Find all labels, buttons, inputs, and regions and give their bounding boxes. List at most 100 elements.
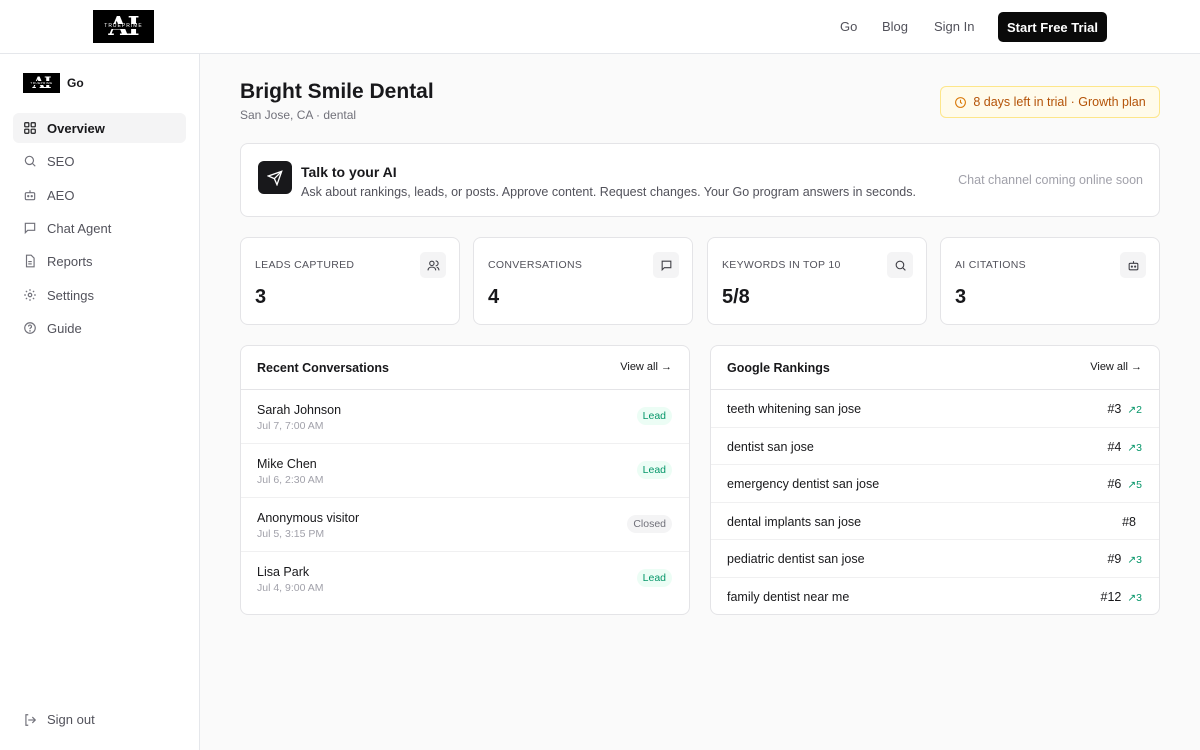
view-all-conversations-link[interactable]: View all → [620,361,672,373]
search-icon [24,155,36,167]
keyword: pediatric dentist san jose [727,552,865,566]
status-badge: Lead [636,407,672,425]
sidebar-logo-subtext: TRUEPRIME [29,81,54,85]
rank-change: ↗2 [1127,404,1142,416]
brand-logo[interactable]: AI TRUEPRIME [93,10,154,43]
sidebar-item-guide[interactable]: Guide [13,313,186,343]
list-item[interactable]: Mike Chen Jul 6, 2:30 AM Lead [241,444,689,498]
conversation-time: Jul 7, 7:00 AM [257,420,324,432]
sidebar-item-label: Overview [47,120,105,136]
sign-out-label: Sign out [47,712,95,727]
list-item[interactable]: Sarah Johnson Jul 7, 7:00 AM Lead [241,390,689,444]
table-row[interactable]: emergency dentist san jose #6 ↗5 [711,465,1159,503]
gear-icon [24,289,36,301]
file-icon [25,254,35,268]
panel-header: Google Rankings View all → [711,346,1159,390]
sign-out-button[interactable]: Sign out [23,712,95,727]
conversation-time: Jul 4, 9:00 AM [257,582,324,594]
keyword: emergency dentist san jose [727,477,880,491]
bot-icon [1120,252,1146,278]
trial-status-text: 8 days left in trial · Growth plan [973,95,1146,109]
google-rankings-panel: Google Rankings View all → teeth whiteni… [710,345,1160,615]
rank-change: ↗5 [1127,479,1142,491]
rank-position: #8 [1122,514,1136,529]
ai-card-status: Chat channel coming online soon [958,173,1143,187]
conversation-name: Lisa Park [257,565,310,579]
table-row[interactable]: family dentist near me #12 ↗3 [711,578,1159,616]
rank-change: ↗3 [1127,554,1142,566]
ai-card-title: Talk to your AI [301,164,397,180]
sidebar-item-label: SEO [47,153,75,169]
nav-link-blog[interactable]: Blog [882,19,908,34]
help-icon [24,322,36,334]
users-icon [420,252,446,278]
page-title: Bright Smile Dental [240,80,434,103]
rank-info: #3 ↗2 [1107,402,1142,416]
logout-icon [25,713,37,726]
grid-icon [24,122,36,134]
stat-label: LEADS CAPTURED [255,259,355,271]
recent-conversations-panel: Recent Conversations View all → Sarah Jo… [240,345,690,615]
keyword: dental implants san jose [727,514,862,529]
nav-link-sign-in[interactable]: Sign In [934,19,974,34]
sidebar-item-chat-agent[interactable]: Chat Agent [13,213,186,243]
view-all-rankings-link[interactable]: View all → [1090,361,1142,373]
sidebar-item-reports[interactable]: Reports [13,246,186,276]
search-icon [887,252,913,278]
top-nav: AI TRUEPRIME Go Blog Sign In Start Free … [0,0,1200,54]
status-badge: Closed [627,515,672,533]
stat-card-conversations: CONVERSATIONS 4 [473,237,693,325]
sidebar: AI TRUEPRIME Go Overview SEO AEO Chat Ag… [0,54,200,750]
sidebar-brand[interactable]: AI TRUEPRIME Go [23,73,84,93]
talk-to-ai-card[interactable]: Talk to your AI Ask about rankings, lead… [240,143,1160,217]
nav-link-go[interactable]: Go [840,19,857,34]
panel-header: Recent Conversations View all → [241,346,689,390]
stat-card-leads: LEADS CAPTURED 3 [240,237,460,325]
rank-position: #6 [1107,477,1122,491]
rank-info: #4 ↗3 [1107,440,1142,454]
logo-subtext: TRUEPRIME [102,23,145,29]
sidebar-item-label: Chat Agent [47,220,112,236]
stat-label: KEYWORDS IN TOP 10 [722,259,841,271]
conversation-name: Anonymous visitor [257,511,360,525]
stat-value: 5/8 [722,286,750,308]
sidebar-item-aeo[interactable]: AEO [13,180,186,210]
sidebar-item-settings[interactable]: Settings [13,280,186,310]
list-item[interactable]: Anonymous visitor Jul 5, 3:15 PM Closed [241,498,689,552]
stat-label: CONVERSATIONS [488,259,583,271]
sidebar-brand-name: Go [67,76,84,90]
sidebar-item-seo[interactable]: SEO [13,146,186,176]
conversation-time: Jul 5, 3:15 PM [257,528,325,540]
rank-position: #9 [1107,552,1122,566]
table-row[interactable]: dental implants san jose #8 [711,503,1159,540]
message-icon [653,252,679,278]
bot-icon [24,190,36,201]
table-row[interactable]: pediatric dentist san jose #9 ↗3 [711,540,1159,578]
stat-card-keywords: KEYWORDS IN TOP 10 5/8 [707,237,927,325]
sidebar-item-label: Settings [47,287,94,303]
status-badge: Lead [636,569,672,587]
conversation-list: Sarah Johnson Jul 7, 7:00 AM Lead Mike C… [241,390,689,614]
table-row[interactable]: teeth whitening san jose #3 ↗2 [711,390,1159,428]
keyword: teeth whitening san jose [727,402,862,416]
clock-icon [955,96,967,108]
panel-title: Recent Conversations [257,361,389,375]
trial-status-badge: 8 days left in trial · Growth plan [940,86,1160,118]
sidebar-item-label: Reports [47,253,93,269]
message-icon [24,222,36,235]
rank-info: #8 [1122,515,1142,529]
table-row[interactable]: dentist san jose #4 ↗3 [711,428,1159,465]
sidebar-logo: AI TRUEPRIME [23,73,60,93]
stat-value: 3 [255,286,267,308]
sidebar-item-overview[interactable]: Overview [13,113,186,143]
rank-position: #12 [1100,589,1122,604]
sidebar-item-label: AEO [47,187,75,203]
rank-position: #4 [1107,439,1122,454]
send-icon [258,161,292,194]
start-free-trial-button[interactable]: Start Free Trial [998,12,1107,42]
rank-change: ↗3 [1127,441,1142,454]
list-item[interactable]: Lisa Park Jul 4, 9:00 AM Lead [241,552,689,606]
rank-position: #3 [1107,402,1122,416]
stat-card-ai-citations: AI CITATIONS 3 [940,237,1160,325]
stat-value: 4 [488,286,500,308]
